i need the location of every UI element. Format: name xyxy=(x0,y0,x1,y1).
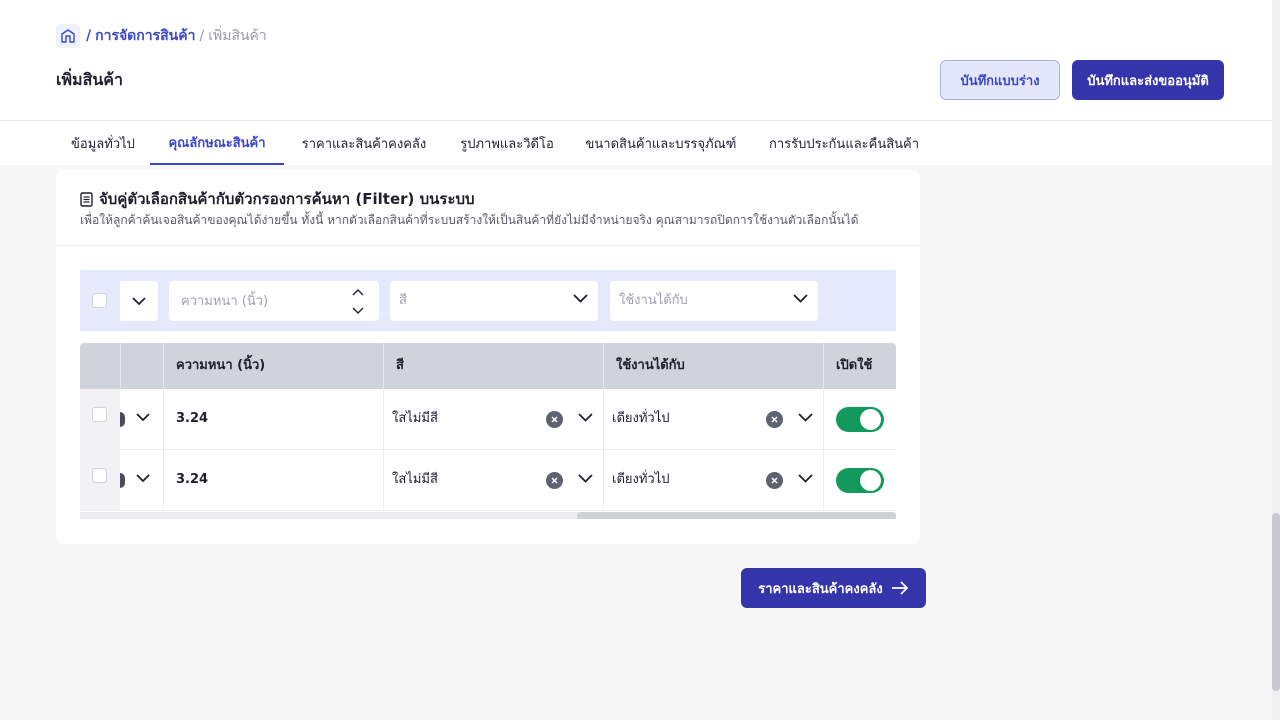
header-enabled: เปิดใช้ xyxy=(836,358,873,373)
clear-icon[interactable] xyxy=(766,472,783,489)
scrollbar-thumb[interactable] xyxy=(577,512,896,519)
truncated-value xyxy=(120,412,125,427)
breadcrumb-separator: / xyxy=(199,28,205,44)
variant-table: ความหนา (นิ้ว) สี ใช้งานได้กับ เปิดใช้ 3… xyxy=(80,343,896,519)
tab-dimensions-packaging[interactable]: ขนาดสินค้าและบรรจุภัณฑ์ xyxy=(570,121,752,165)
chevron-down-icon xyxy=(136,413,150,422)
page-header: / การจัดการสินค้า / เพิ่มสินค้า เพิ่มสิน… xyxy=(0,0,1280,121)
enabled-cell xyxy=(824,450,896,511)
thickness-cell[interactable]: 3.24 xyxy=(164,389,384,450)
chevron-down-icon xyxy=(578,413,593,422)
store-home-icon[interactable] xyxy=(56,24,80,48)
chevron-down-icon xyxy=(798,413,813,422)
header-color: สี xyxy=(396,358,404,373)
page-scrollbar-thumb[interactable] xyxy=(1272,513,1280,691)
color-value: ใสไม่มีสี xyxy=(392,411,438,426)
card-title: จับคู่ตัวเลือกสินค้ากับตัวกรองการค้นหา (… xyxy=(80,187,475,211)
color-cell[interactable]: ใสไม่มีสี xyxy=(384,450,604,511)
divider xyxy=(56,245,920,246)
row-select-cell xyxy=(80,450,120,511)
thickness-stepper[interactable] xyxy=(345,283,371,319)
breadcrumb: / การจัดการสินค้า / เพิ่มสินค้า xyxy=(56,24,267,48)
color-select-placeholder: สี xyxy=(399,293,407,308)
row-select-cell xyxy=(80,389,120,450)
save-and-submit-button[interactable]: บันทึกและส่งขออนุมัติ xyxy=(1072,60,1224,100)
truncated-value xyxy=(120,473,125,488)
document-icon xyxy=(80,191,93,207)
compatible-select[interactable]: ใช้งานได้กับ xyxy=(610,281,818,321)
tab-general-info[interactable]: ข้อมูลทั่วไป xyxy=(56,121,150,165)
enabled-toggle[interactable] xyxy=(836,468,884,493)
chevron-up-icon xyxy=(352,288,364,295)
bulk-edit-bar: สี ใช้งานได้กับ xyxy=(80,270,896,331)
thickness-cell[interactable]: 3.24 xyxy=(164,450,384,511)
thickness-value: 3.24 xyxy=(176,472,209,487)
variant-dropdown[interactable] xyxy=(120,281,158,321)
select-all-checkbox[interactable] xyxy=(92,293,107,308)
table-horizontal-scrollbar[interactable] xyxy=(80,512,896,519)
next-step-button[interactable]: ราคาและสินค้าคงคลัง xyxy=(741,568,926,608)
stepper-down-button[interactable] xyxy=(345,301,371,319)
breadcrumb-current: เพิ่มสินค้า xyxy=(208,28,267,44)
enabled-cell xyxy=(824,389,896,450)
chevron-down-icon xyxy=(793,294,808,303)
compatible-value: เตียงทั่วไป xyxy=(612,472,670,487)
variant-cell[interactable] xyxy=(120,389,164,450)
table-row: 3.24 ใสไม่มีสี เตียงทั่วไป xyxy=(80,389,896,450)
chevron-down-icon xyxy=(578,474,593,483)
save-draft-button[interactable]: บันทึกแบบร่าง xyxy=(940,60,1060,100)
breadcrumb-product-management[interactable]: การจัดการสินค้า xyxy=(95,25,195,47)
compatible-select-placeholder: ใช้งานได้กับ xyxy=(619,293,688,308)
clear-icon[interactable] xyxy=(546,411,563,428)
page-title: เพิ่มสินค้า xyxy=(56,70,123,89)
color-value: ใสไม่มีสี xyxy=(392,472,438,487)
next-step-label: ราคาและสินค้าคงคลัง xyxy=(758,581,883,597)
chevron-down-icon xyxy=(798,474,813,483)
chevron-down-icon xyxy=(573,294,588,303)
arrow-right-icon xyxy=(891,581,908,595)
variant-cell[interactable] xyxy=(120,450,164,511)
compatible-value: เตียงทั่วไป xyxy=(612,411,670,426)
tab-images-videos[interactable]: รูปภาพและวิดีโอ xyxy=(444,121,570,165)
tab-price-inventory[interactable]: ราคาและสินค้าคงคลัง xyxy=(284,121,444,165)
card-title-text: จับคู่ตัวเลือกสินค้ากับตัวกรองการค้นหา (… xyxy=(99,190,475,208)
filter-mapping-card: จับคู่ตัวเลือกสินค้ากับตัวกรองการค้นหา (… xyxy=(56,170,920,544)
color-cell[interactable]: ใสไม่มีสี xyxy=(384,389,604,450)
card-description: เพื่อให้ลูกค้าค้นเจอสินค้าของคุณได้ง่ายข… xyxy=(80,213,859,227)
compatible-cell[interactable]: เตียงทั่วไป xyxy=(604,389,824,450)
thickness-input-wrapper xyxy=(169,281,379,321)
tab-bar: ข้อมูลทั่วไป คุณลักษณะสินค้า ราคาและสินค… xyxy=(0,121,1272,165)
compatible-cell[interactable]: เตียงทั่วไป xyxy=(604,450,824,511)
thickness-value: 3.24 xyxy=(176,411,209,426)
clear-icon[interactable] xyxy=(766,411,783,428)
chevron-down-icon xyxy=(136,474,150,483)
row-checkbox[interactable] xyxy=(92,407,107,422)
table-header: ความหนา (นิ้ว) สี ใช้งานได้กับ เปิดใช้ xyxy=(80,343,896,389)
clear-icon[interactable] xyxy=(546,472,563,489)
color-select[interactable]: สี xyxy=(390,281,598,321)
chevron-down-icon xyxy=(132,296,146,305)
breadcrumb-separator: / xyxy=(86,28,92,44)
thickness-input[interactable] xyxy=(181,281,341,321)
row-checkbox[interactable] xyxy=(92,468,107,483)
tab-product-attributes[interactable]: คุณลักษณะสินค้า xyxy=(150,121,284,165)
header-thickness: ความหนา (นิ้ว) xyxy=(176,358,266,373)
table-row: 3.24 ใสไม่มีสี เตียงทั่วไป xyxy=(80,450,896,511)
tab-warranty-returns[interactable]: การรับประกันและคืนสินค้า xyxy=(752,121,936,165)
chevron-down-icon xyxy=(352,307,364,314)
header-compatible: ใช้งานได้กับ xyxy=(616,358,685,373)
enabled-toggle[interactable] xyxy=(836,407,884,432)
stepper-up-button[interactable] xyxy=(345,283,371,301)
